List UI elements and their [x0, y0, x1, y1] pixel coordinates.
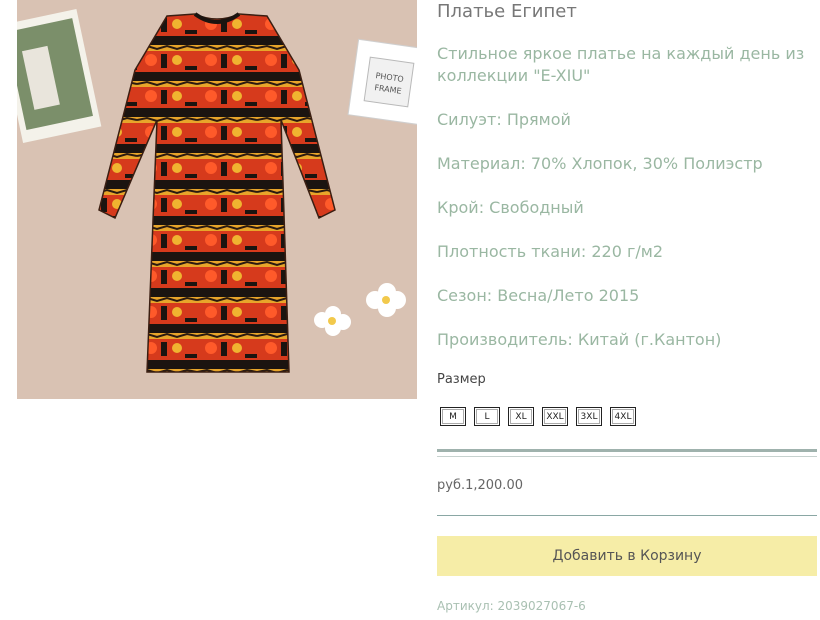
size-option-l[interactable]: L — [474, 407, 500, 426]
size-selector: M L XL XXL 3XL 4XL — [440, 407, 644, 426]
size-option-xl[interactable]: XL — [508, 407, 534, 426]
attribute-manufacturer: Производитель: Китай (г.Кантон) — [437, 330, 722, 349]
attribute-season: Сезон: Весна/Лето 2015 — [437, 286, 640, 305]
size-option-4xl[interactable]: 4XL — [610, 407, 636, 426]
size-option-3xl[interactable]: 3XL — [576, 407, 602, 426]
attribute-density: Плотность ткани: 220 г/м2 — [437, 242, 664, 261]
price-divider-top — [437, 449, 817, 452]
price-divider-bottom — [437, 515, 817, 516]
attribute-cut: Крой: Свободный — [437, 198, 584, 217]
size-label: Размер — [437, 372, 486, 387]
attribute-silhouette: Силуэт: Прямой — [437, 110, 571, 129]
attribute-material: Материал: 70% Хлопок, 30% Полиэстр — [437, 154, 763, 173]
price-divider-top-thin — [437, 456, 817, 457]
size-option-m[interactable]: M — [440, 407, 466, 426]
product-image[interactable]: PHOTO FRAME — [17, 0, 417, 399]
dress-illustration: PHOTO FRAME — [17, 0, 417, 399]
add-to-cart-button[interactable]: Добавить в Корзину — [437, 536, 817, 576]
product-description: Стильное яркое платье на каждый день из … — [437, 44, 805, 85]
product-title: Платье Египет — [437, 1, 577, 22]
size-option-xxl[interactable]: XXL — [542, 407, 568, 426]
product-sku: Артикул: 2039027067-6 — [437, 599, 586, 613]
product-price: руб.1,200.00 — [437, 478, 523, 493]
